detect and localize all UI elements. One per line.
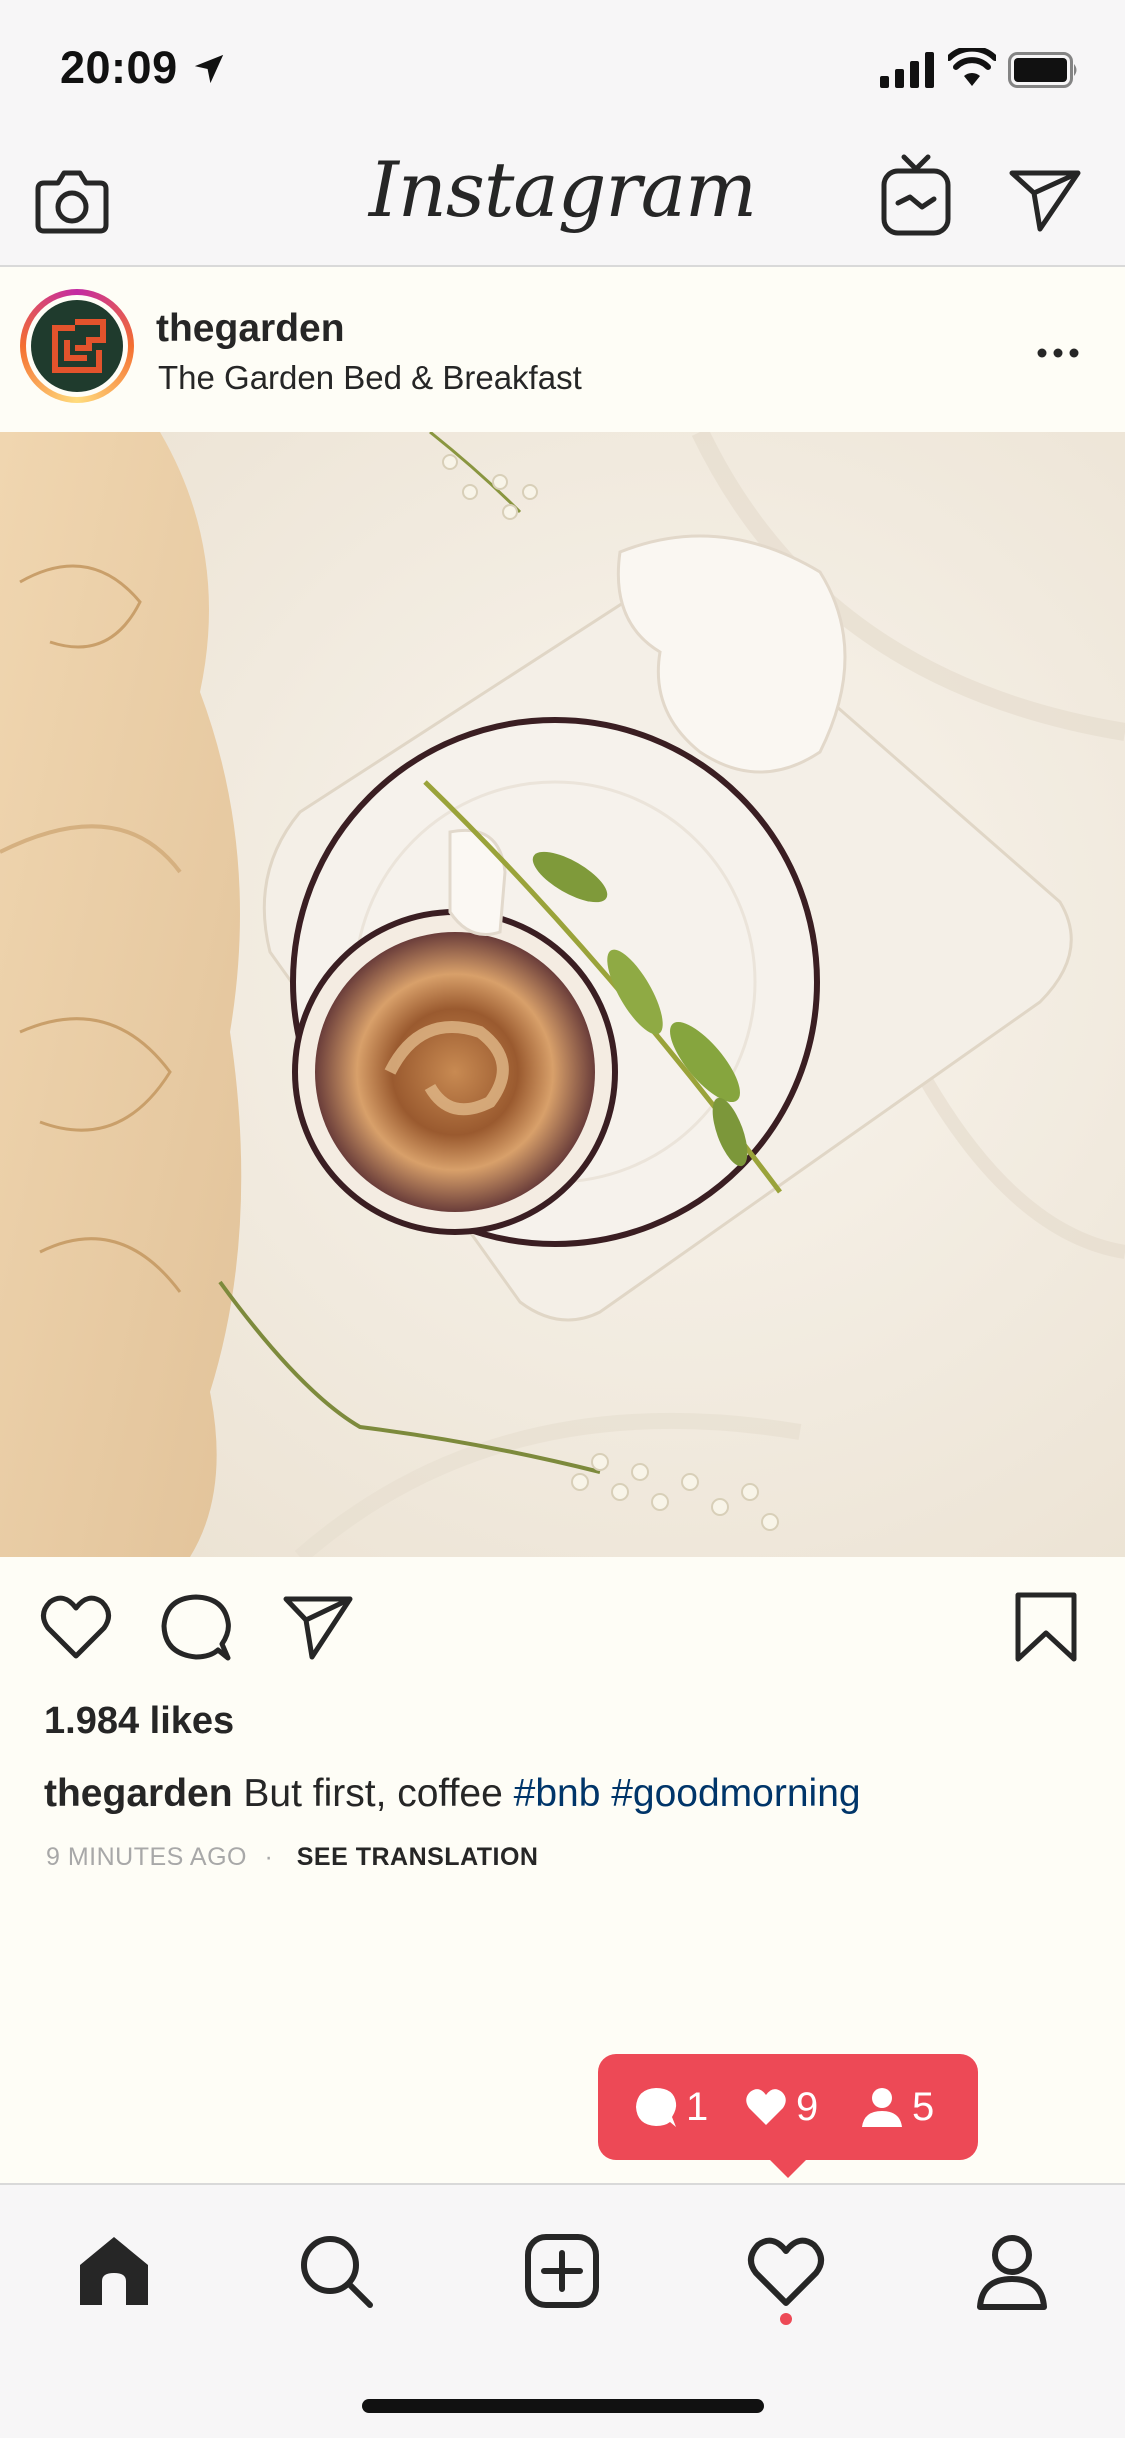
activity-indicator-dot (780, 2313, 792, 2325)
wifi-icon (948, 48, 996, 86)
top-navigation-bar: Instagram (0, 135, 1125, 267)
bookmark-icon[interactable] (1014, 1591, 1078, 1663)
likes-count[interactable]: 1.984 likes (44, 1700, 234, 1743)
post-username[interactable]: thegarden (156, 307, 345, 351)
post-timestamp: 9 MINUTES AGO (46, 1843, 247, 1871)
meta-separator: · (264, 1843, 274, 1871)
more-options-icon[interactable] (1036, 343, 1080, 363)
heart-icon (746, 2089, 786, 2125)
activity-heart-icon[interactable] (746, 2231, 826, 2311)
post-location[interactable]: The Garden Bed & Breakfast (158, 359, 582, 397)
caption-username[interactable]: thegarden (44, 1772, 233, 1815)
post-caption: thegarden But first, coffee #bnb #goodmo… (44, 1772, 861, 1816)
search-icon[interactable] (296, 2231, 376, 2311)
coffee-photo-illustration (0, 432, 1125, 1557)
add-post-icon[interactable] (522, 2231, 602, 2311)
notification-follows: 5 (860, 2080, 934, 2134)
bottom-tab-bar (0, 2183, 1125, 2438)
igtv-icon[interactable] (880, 153, 952, 237)
notification-likes-count: 9 (796, 2084, 819, 2129)
profile-icon[interactable] (972, 2231, 1052, 2311)
person-icon (862, 2088, 902, 2127)
avatar-image (31, 300, 123, 392)
cellular-signal-icon (880, 52, 934, 88)
notification-follows-count: 5 (912, 2084, 935, 2129)
heart-icon[interactable] (40, 1592, 112, 1662)
caption-text: But first, coffee (243, 1772, 503, 1815)
direct-message-icon[interactable] (1008, 167, 1082, 233)
home-icon[interactable] (74, 2231, 154, 2311)
notification-comments-count: 1 (686, 2084, 709, 2129)
status-time: 20:09 (60, 42, 178, 93)
status-bar: 20:09 (0, 0, 1125, 135)
activity-notification-bubble[interactable]: 1 9 5 (598, 2054, 978, 2178)
notification-comments: 1 (634, 2080, 708, 2134)
post-action-bar (0, 1557, 1125, 1697)
home-indicator[interactable] (362, 2399, 764, 2413)
location-arrow-icon (194, 54, 224, 84)
hashtag-goodmorning[interactable]: #goodmorning (611, 1772, 860, 1815)
hashtag-bnb[interactable]: #bnb (514, 1772, 601, 1815)
post-meta: 9 MINUTES AGO · SEE TRANSLATION (46, 1843, 538, 1872)
garden-logo-icon (52, 319, 106, 373)
avatar[interactable] (20, 289, 134, 403)
see-translation-link[interactable]: SEE TRANSLATION (297, 1843, 539, 1871)
instagram-logo: Instagram (368, 145, 757, 234)
comment-icon[interactable] (160, 1592, 232, 1662)
notification-likes: 9 (744, 2080, 818, 2134)
comment-icon (636, 2088, 677, 2127)
battery-icon (1008, 52, 1077, 88)
share-icon[interactable] (282, 1593, 354, 1661)
post-header: thegarden The Garden Bed & Breakfast (0, 267, 1125, 432)
post-photo[interactable] (0, 432, 1125, 1557)
